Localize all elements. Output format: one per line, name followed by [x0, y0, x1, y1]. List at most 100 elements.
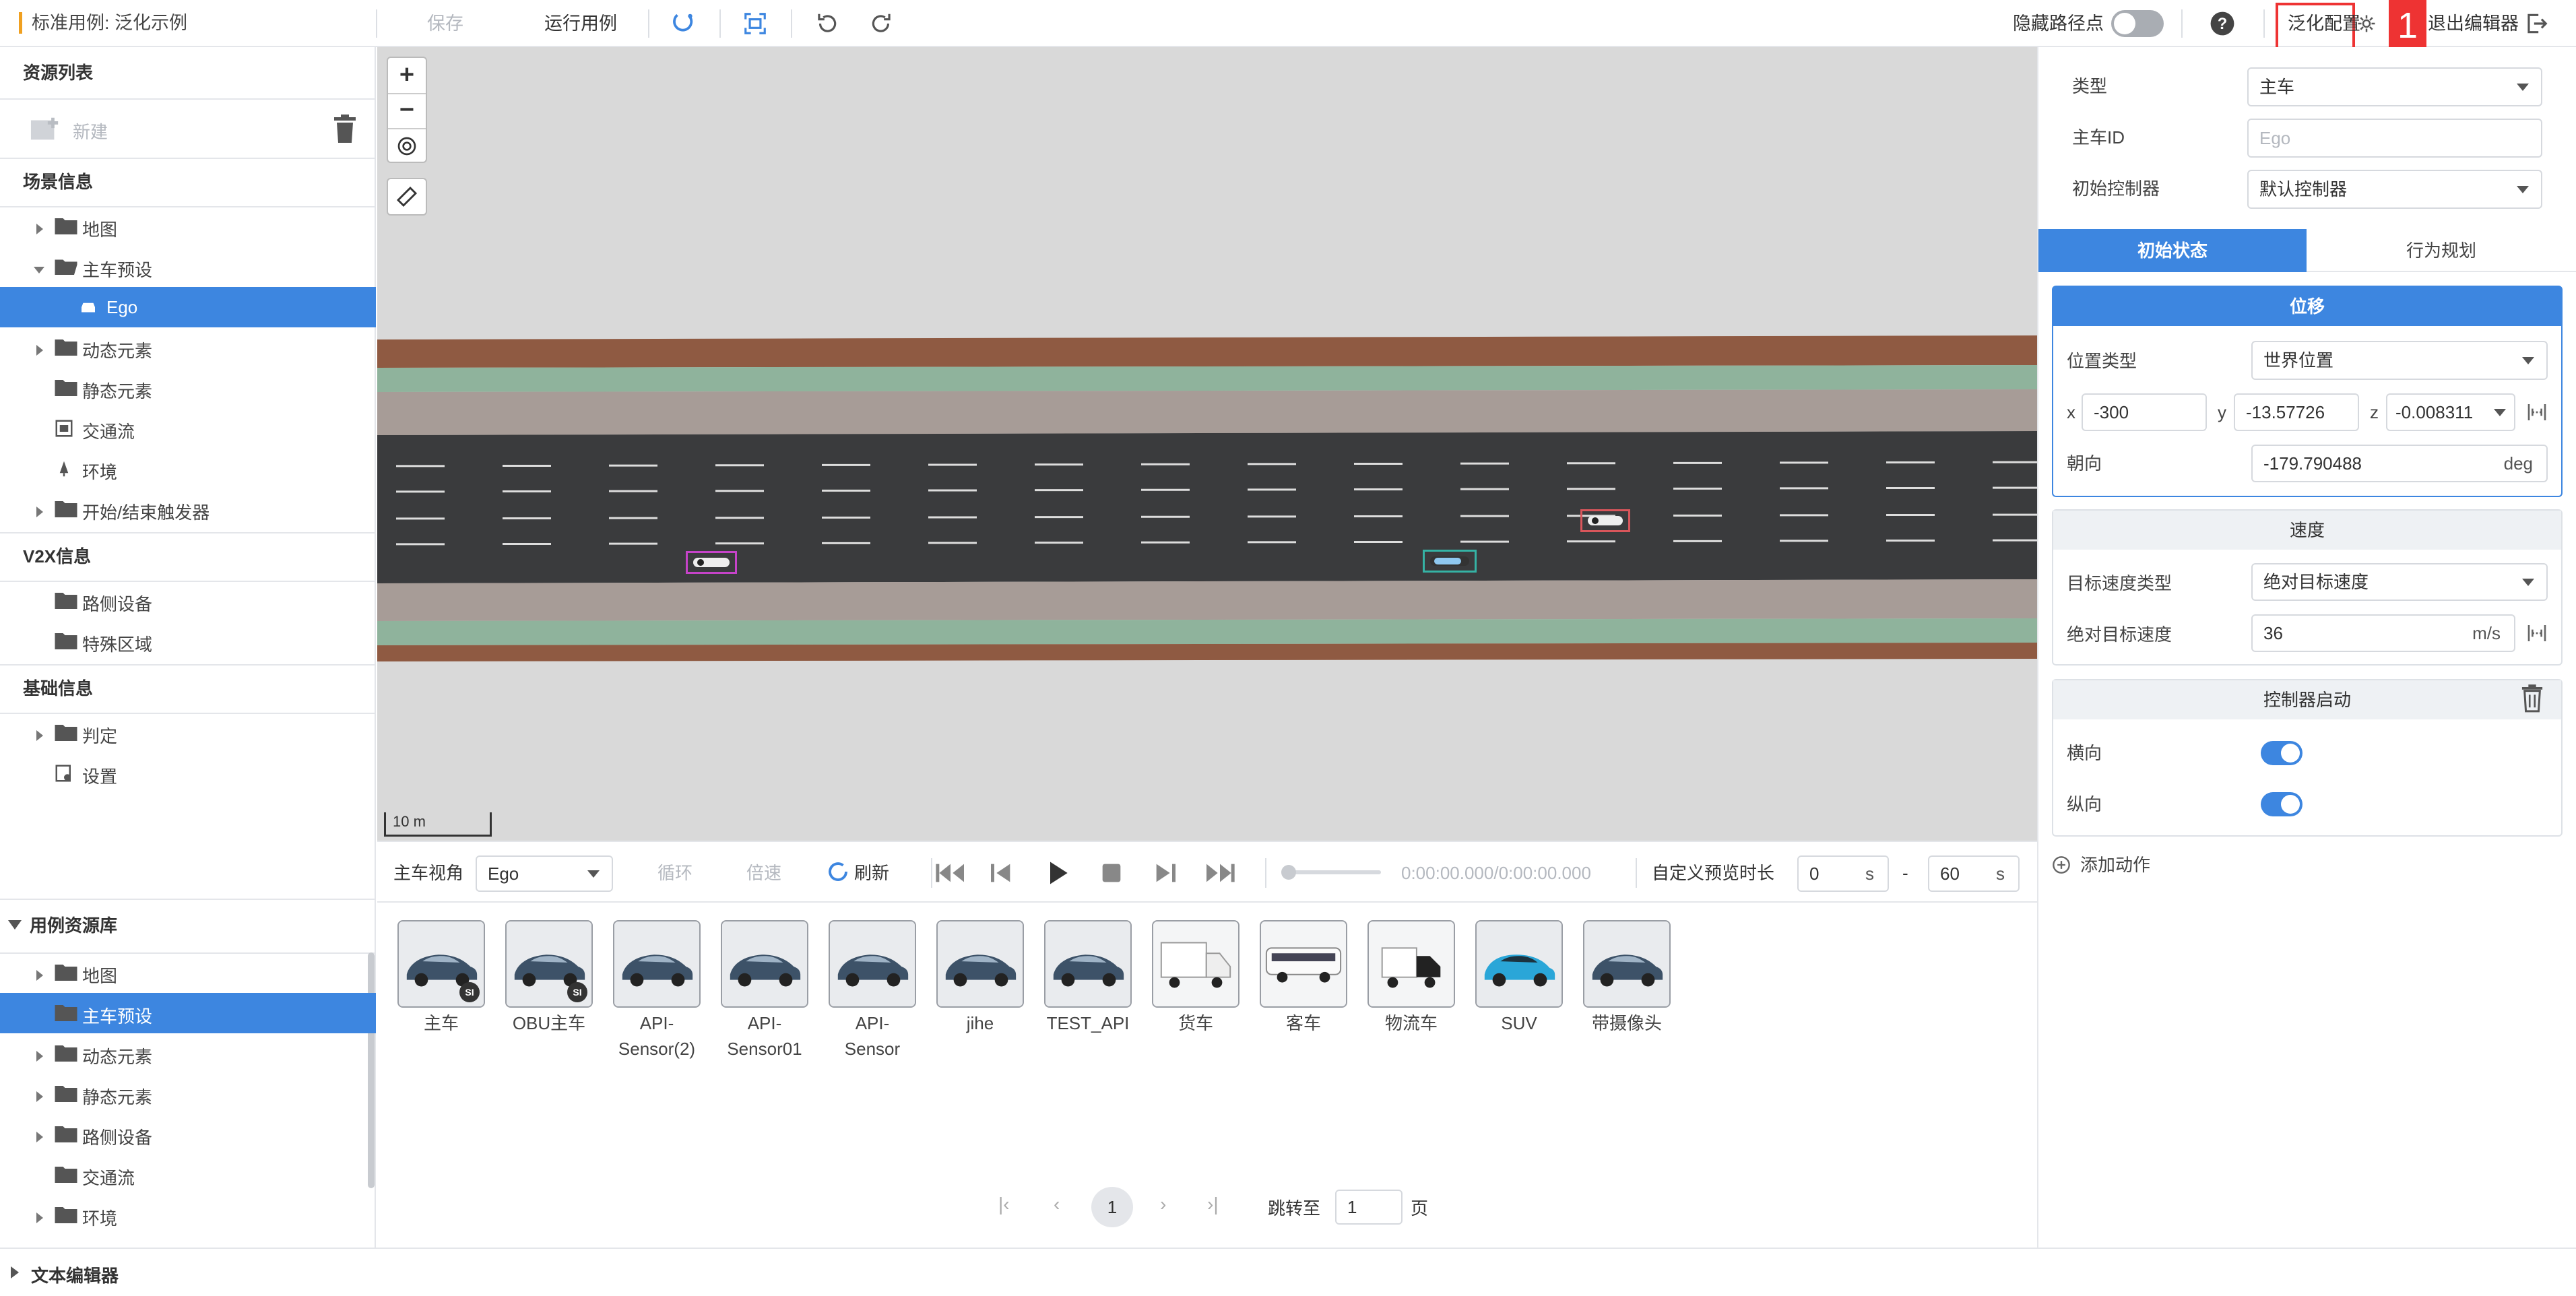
tree-item-special-area[interactable]: 特殊区域	[0, 621, 376, 661]
refresh-button[interactable]: 刷新	[854, 861, 889, 885]
run-case-button[interactable]: 运行用例	[544, 12, 617, 35]
asset-thumbnail[interactable]	[936, 920, 1024, 1008]
chevron-right-icon[interactable]	[32, 966, 46, 981]
asset-thumbnail[interactable]	[1583, 920, 1671, 1008]
heading-input[interactable]: -179.790488 deg	[2251, 445, 2548, 482]
step-forward-icon[interactable]	[1152, 860, 1179, 891]
tree-item-ego-preset[interactable]: 主车预设	[0, 247, 376, 287]
loop-button[interactable]: 循环	[657, 861, 693, 885]
collapse-arrow-icon[interactable]	[8, 920, 22, 930]
chevron-right-icon[interactable]	[32, 1208, 46, 1223]
y-input[interactable]: -13.57726	[2234, 393, 2359, 431]
chevron-right-icon[interactable]	[32, 341, 46, 356]
distribution-icon[interactable]	[2526, 622, 2548, 649]
first-page-icon[interactable]: |‹	[998, 1194, 1010, 1215]
asset-thumbnail[interactable]: SI	[505, 920, 593, 1008]
refresh-icon[interactable]	[826, 860, 850, 884]
help-icon[interactable]: ?	[2207, 8, 2238, 39]
play-icon[interactable]	[1043, 858, 1072, 893]
position-type-select[interactable]: 世界位置	[2251, 341, 2548, 380]
ruler-icon[interactable]	[387, 178, 427, 216]
skip-forward-icon[interactable]	[1202, 860, 1238, 891]
stop-icon[interactable]	[1098, 860, 1125, 891]
jump-input[interactable]: 1	[1335, 1190, 1403, 1225]
tree-item-judge[interactable]: 判定	[0, 713, 376, 753]
x-input[interactable]: -300	[2082, 393, 2207, 431]
tree-item-traffic-flow[interactable]: 交通流	[0, 408, 376, 449]
trash-icon[interactable]	[333, 115, 357, 144]
vehicle-marker[interactable]	[686, 551, 737, 574]
distribution-icon[interactable]	[2526, 401, 2548, 428]
asset-thumbnail[interactable]	[829, 920, 916, 1008]
chevron-right-icon[interactable]	[32, 1087, 46, 1102]
preview-start-input[interactable]: 0s	[1797, 855, 1889, 892]
redo-icon[interactable]	[866, 8, 897, 39]
z-select[interactable]: -0.008311	[2386, 393, 2515, 431]
save-button[interactable]: 保存	[427, 12, 463, 35]
tree-item-triggers[interactable]: 开始/结束触发器	[0, 489, 376, 529]
chevron-right-icon[interactable]	[32, 503, 46, 517]
ego-vehicle-marker[interactable]	[1423, 550, 1477, 573]
lateral-toggle[interactable]	[2261, 741, 2303, 765]
asset-thumbnail[interactable]	[1475, 920, 1563, 1008]
map-canvas[interactable]	[377, 47, 2037, 841]
tree-item-environment[interactable]: 环境	[0, 449, 376, 489]
tree-item-roadside[interactable]: 路侧设备	[0, 581, 376, 621]
tree-item-dynamic[interactable]: 动态元素	[0, 327, 376, 368]
tab-behavior[interactable]: 行为规划	[2307, 229, 2576, 272]
last-page-icon[interactable]: ›|	[1207, 1194, 1219, 1215]
tree-item-static[interactable]: 静态元素	[0, 368, 376, 408]
chevron-right-icon[interactable]	[32, 1047, 46, 1062]
next-page-icon[interactable]: ›	[1160, 1194, 1166, 1215]
chevron-right-icon[interactable]	[32, 220, 46, 234]
asset-thumbnail[interactable]	[721, 920, 808, 1008]
exit-icon[interactable]	[2521, 8, 2552, 39]
tree-item-lib-traffic-flow[interactable]: 交通流	[0, 1155, 376, 1195]
locate-icon[interactable]	[388, 129, 426, 163]
progress-slider[interactable]	[1283, 870, 1381, 874]
abs-speed-input[interactable]: 36 m/s	[2251, 614, 2515, 652]
asset-thumbnail[interactable]	[613, 920, 701, 1008]
exit-editor-button[interactable]: 退出编辑器	[2428, 12, 2519, 35]
progress-handle[interactable]	[1281, 865, 1296, 880]
tab-initial-state[interactable]: 初始状态	[2038, 229, 2307, 272]
tree-item-lib-environment[interactable]: 环境	[0, 1195, 376, 1235]
tree-item-lib-static[interactable]: 静态元素	[0, 1074, 376, 1114]
tree-item-map[interactable]: 地图	[0, 206, 376, 247]
tree-item-settings[interactable]: 设置	[0, 753, 376, 793]
zoom-in-button[interactable]: +	[388, 58, 426, 93]
view-select[interactable]: Ego	[476, 855, 613, 892]
type-select[interactable]: 主车	[2247, 67, 2542, 106]
snap-icon[interactable]	[668, 8, 699, 39]
chevron-down-icon[interactable]	[32, 260, 46, 273]
add-action-button[interactable]: 添加动作	[2080, 851, 2150, 878]
expand-arrow-icon[interactable]	[11, 1266, 19, 1278]
ego-id-input[interactable]: Ego	[2247, 119, 2542, 158]
preview-end-input[interactable]: 60 s	[1928, 855, 2020, 892]
text-editor-toggle[interactable]: 文本编辑器	[31, 1262, 119, 1287]
longitudinal-toggle[interactable]	[2261, 792, 2303, 816]
asset-thumbnail[interactable]	[1367, 920, 1455, 1008]
new-button[interactable]: 新建	[73, 119, 108, 143]
fit-view-icon[interactable]	[740, 8, 771, 39]
tree-item-lib-dynamic[interactable]: 动态元素	[0, 1033, 376, 1074]
tree-item-ego[interactable]: Ego	[0, 287, 376, 327]
asset-thumbnail[interactable]	[1152, 920, 1239, 1008]
hide-waypoints-toggle[interactable]	[2111, 10, 2164, 37]
new-icon[interactable]	[30, 116, 61, 143]
tree-item-lib-roadside[interactable]: 路侧设备	[0, 1114, 376, 1155]
skip-back-icon[interactable]	[932, 860, 969, 891]
tree-item-lib-ego-preset[interactable]: 主车预设	[0, 993, 376, 1033]
asset-thumbnail[interactable]: SI	[397, 920, 485, 1008]
chevron-right-icon[interactable]	[32, 1128, 46, 1142]
step-back-icon[interactable]	[988, 860, 1015, 891]
speed-type-select[interactable]: 绝对目标速度	[2251, 563, 2548, 601]
library-title[interactable]: 用例资源库	[0, 899, 376, 952]
add-circle-icon[interactable]	[2052, 855, 2071, 879]
vehicle-marker[interactable]	[1580, 509, 1630, 532]
speed-button[interactable]: 倍速	[746, 861, 781, 885]
undo-icon[interactable]	[811, 8, 842, 39]
delete-icon[interactable]	[2521, 684, 2544, 717]
controller-select[interactable]: 默认控制器	[2247, 170, 2542, 209]
tree-item-lib-map[interactable]: 地图	[0, 952, 376, 993]
